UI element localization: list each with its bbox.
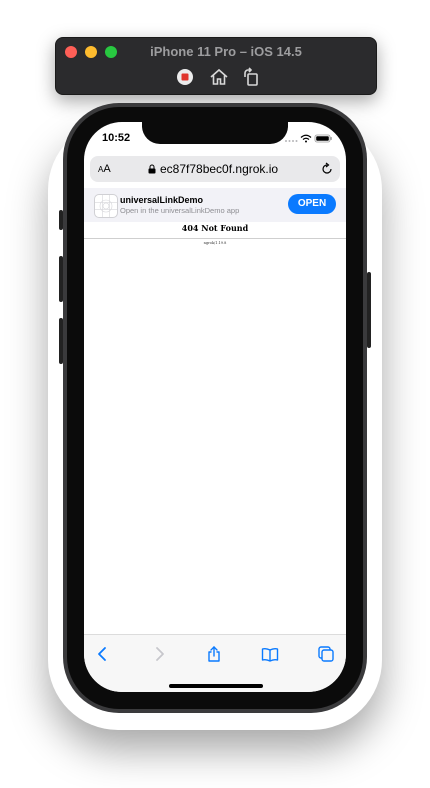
simulator-title: iPhone 11 Pro – iOS 14.5 [150,44,302,59]
bookmarks-icon[interactable] [261,645,279,663]
signal-icon [285,140,298,142]
rotate-icon[interactable] [240,66,262,88]
back-icon[interactable] [94,645,112,663]
tabs-icon[interactable] [317,645,335,663]
page-heading: 404 Not Found [181,223,249,233]
phone-screen: 10:52 AA ec87f78bec0f.ngrok.io universal… [84,122,346,692]
notch [142,122,288,144]
simulator-tools [174,66,264,88]
home-icon[interactable] [208,66,230,88]
banner-app-name: universalLinkDemo [120,195,204,205]
home-indicator [169,684,263,688]
record-icon[interactable] [174,66,196,88]
banner-subtitle: Open in the universalLinkDemo app [120,206,240,215]
share-icon[interactable] [205,645,223,663]
simulator-title-bar: iPhone 11 Pro – iOS 14.5 [55,37,377,95]
url-text: ec87f78bec0f.ngrok.io [160,162,279,176]
address-bar[interactable]: AA ec87f78bec0f.ngrok.io [90,156,340,182]
lock-icon [148,164,156,174]
page-footer: ngrok/1.19.8 [203,241,227,245]
power-button [367,272,371,348]
open-app-button[interactable]: OPEN [288,194,336,214]
app-icon [94,194,118,218]
status-icons [284,131,334,143]
status-time: 10:52 [102,132,131,144]
reload-icon[interactable] [320,162,334,176]
smart-app-banner: universalLinkDemo Open in the universalL… [84,188,346,222]
page-divider [84,238,346,239]
forward-icon[interactable] [150,645,168,663]
battery-icon [314,134,332,143]
text-size-button[interactable]: AA [98,163,111,175]
url-display[interactable]: ec87f78bec0f.ngrok.io [148,162,278,176]
wifi-icon [300,134,312,143]
